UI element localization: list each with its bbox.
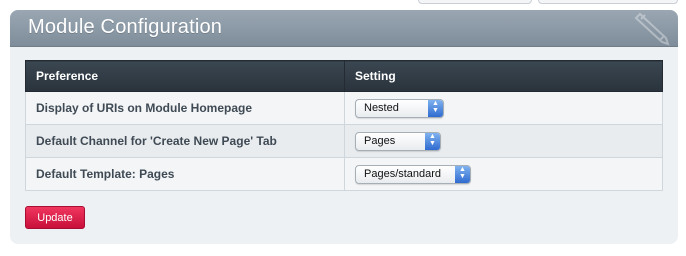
preference-label: Default Channel for 'Create New Page' Ta…: [25, 124, 345, 158]
default-channel-select[interactable]: Pages ▲ ▼: [355, 131, 441, 151]
select-value: Pages/standard: [364, 167, 442, 180]
update-button[interactable]: Update: [25, 206, 85, 229]
chevron-up-down-icon: ▲ ▼: [455, 165, 470, 183]
panel-header: Module Configuration: [10, 10, 678, 47]
setting-cell: Pages/standard ▲ ▼: [344, 157, 663, 191]
top-tab-left[interactable]: [418, 0, 532, 4]
setting-cell: Nested ▲ ▼: [344, 91, 663, 125]
preference-label: Default Template: Pages: [25, 157, 345, 191]
default-template-select[interactable]: Pages/standard ▲ ▼: [355, 164, 471, 184]
chevron-up-down-icon: ▲ ▼: [428, 99, 443, 117]
select-value: Pages: [364, 134, 396, 147]
module-configuration-panel: Module Configuration Preference Setting …: [10, 10, 678, 244]
preferences-table: Preference Setting Display of URIs on Mo…: [25, 60, 663, 191]
column-header-preference: Preference: [25, 60, 345, 92]
preference-label: Display of URIs on Module Homepage: [25, 91, 345, 125]
table-row: Default Channel for 'Create New Page' Ta…: [25, 124, 663, 158]
setting-cell: Pages ▲ ▼: [344, 124, 663, 158]
uri-display-select[interactable]: Nested ▲ ▼: [355, 98, 444, 118]
select-value: Nested: [364, 101, 399, 114]
top-tab-right[interactable]: [538, 0, 678, 4]
table-header-row: Preference Setting: [25, 60, 663, 92]
panel-title: Module Configuration: [28, 16, 223, 38]
pencil-icon: [634, 12, 670, 46]
column-header-setting: Setting: [344, 60, 663, 92]
chevron-up-down-icon: ▲ ▼: [425, 132, 440, 150]
table-row: Default Template: Pages Pages/standard ▲…: [25, 157, 663, 191]
table-row: Display of URIs on Module Homepage Neste…: [25, 91, 663, 125]
